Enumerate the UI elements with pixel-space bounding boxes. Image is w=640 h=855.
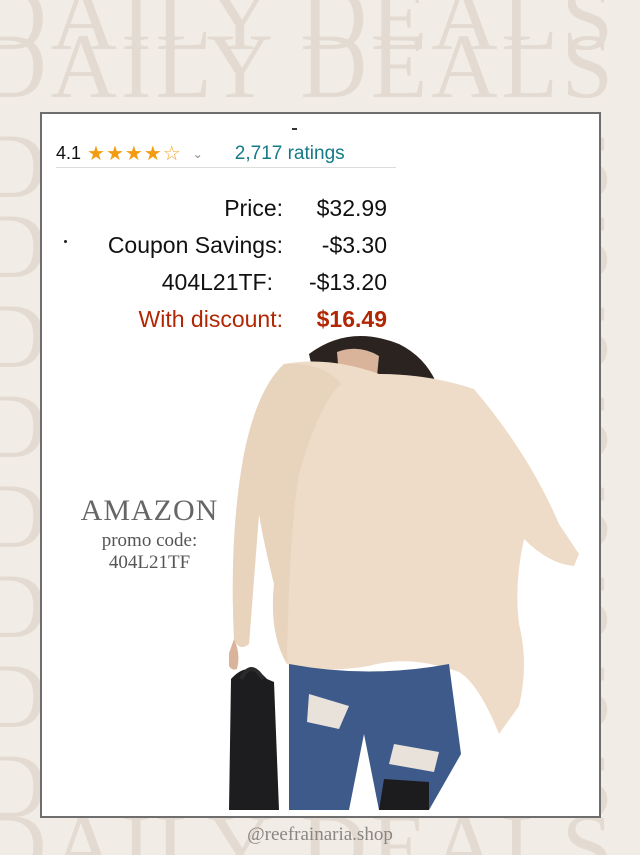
discount-value: $16.49	[316, 306, 387, 332]
coupon-label: Coupon Savings:	[107, 232, 283, 258]
price-label: Price:	[224, 195, 283, 221]
star-icon: ★	[124, 142, 143, 165]
discount-label: With discount:	[138, 306, 283, 332]
jeans	[289, 664, 461, 810]
coupon-value: -$3.30	[321, 232, 387, 258]
social-handle: @reefrainaria.shop	[247, 824, 393, 845]
rating-value: 4.1	[56, 143, 82, 163]
promo-code-row: 404L21TF: -$13.20	[42, 264, 387, 301]
promo-code: 404L21TF	[108, 552, 191, 573]
coupon-row: Coupon Savings: -$3.30	[42, 227, 387, 264]
promo-label: promo code:	[101, 530, 198, 551]
background-watermark: DAILY DEALS	[0, 15, 617, 117]
price-table: Price: $32.99 Coupon Savings: -$3.30 404…	[42, 190, 387, 338]
ratings-count-link[interactable]: 2,717 ratings	[235, 143, 345, 165]
star-icon: ★	[87, 142, 105, 165]
promo-brand: AMAZON	[80, 494, 219, 527]
divider-mark	[292, 128, 297, 130]
price-value: $32.99	[316, 195, 387, 221]
promo-code-label: 404L21TF:	[161, 269, 273, 295]
star-outline-icon: ☆	[162, 142, 181, 165]
handbag	[229, 669, 279, 810]
discount-row: With discount: $16.49	[42, 301, 387, 338]
product-photo	[229, 336, 579, 810]
promo-block: AMAZON promo code: 404L21TF	[62, 494, 237, 574]
chevron-down-icon[interactable]: ⌄	[193, 147, 203, 161]
star-icon: ★	[143, 142, 162, 165]
star-icon: ★	[105, 142, 124, 165]
rating-row: 4.1 ★ ★ ★ ★ ☆ ⌄ 2,717 ratings	[56, 140, 396, 168]
promo-code-value: -$13.20	[308, 269, 387, 295]
price-row: Price: $32.99	[42, 190, 387, 227]
deal-card: 4.1 ★ ★ ★ ★ ☆ ⌄ 2,717 ratings Price: $32…	[40, 112, 601, 818]
star-rating[interactable]: ★ ★ ★ ★ ☆	[87, 144, 181, 164]
